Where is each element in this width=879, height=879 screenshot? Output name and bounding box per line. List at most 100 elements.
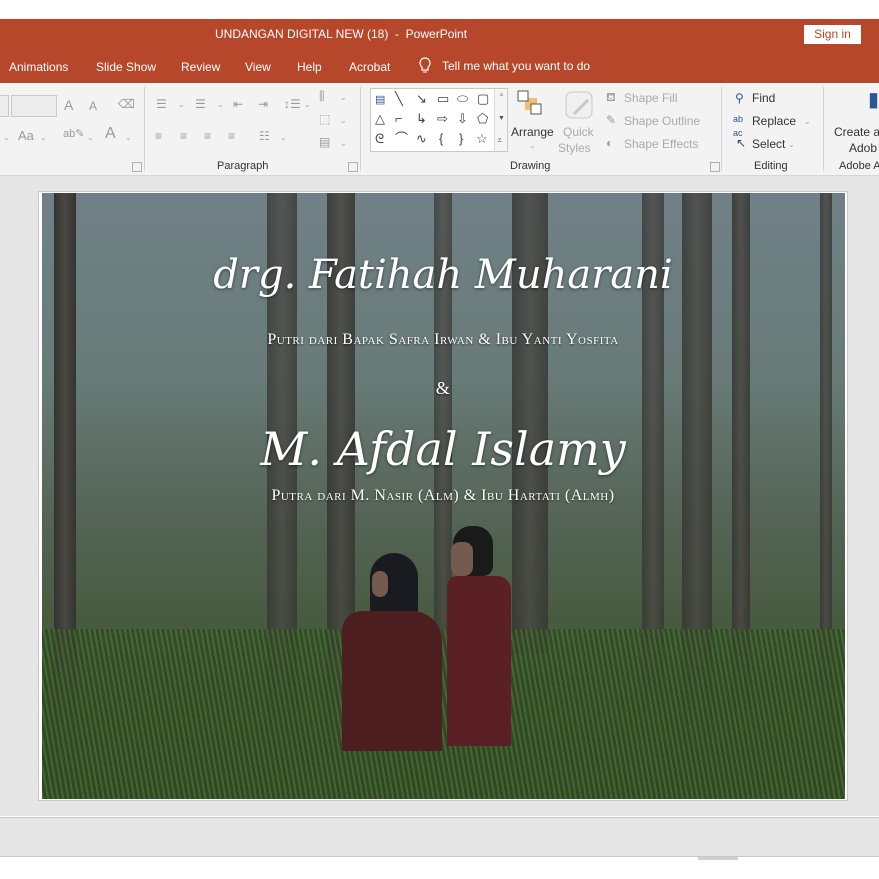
- numbering-icon[interactable]: ☰: [195, 97, 206, 111]
- slide-canvas[interactable]: drg. Fatihah Muharani Putri dari Bapak S…: [38, 191, 848, 801]
- bride-name[interactable]: drg. Fatihah Muharani: [39, 252, 847, 298]
- right-arrow-icon[interactable]: ⇨: [437, 112, 448, 126]
- chevron-down-icon[interactable]: ⌄: [280, 133, 287, 142]
- quick-styles-label-2[interactable]: Styles: [558, 141, 591, 155]
- oval-icon[interactable]: ⬭: [457, 92, 468, 106]
- shape-fill-button[interactable]: Shape Fill: [624, 91, 677, 105]
- freeform-icon[interactable]: ᘓ: [375, 132, 384, 146]
- line-spacing-icon[interactable]: ↕☰: [284, 97, 301, 111]
- sign-in-button[interactable]: Sign in: [804, 25, 861, 44]
- shrink-font-button[interactable]: A: [89, 99, 97, 113]
- ampersand[interactable]: &: [39, 378, 847, 399]
- group-separator: [823, 87, 824, 171]
- arrange-icon[interactable]: [517, 90, 545, 118]
- rectangle-icon[interactable]: ▭: [437, 92, 449, 106]
- elbow-connector-icon[interactable]: ⌐: [395, 112, 403, 126]
- down-arrow-icon[interactable]: ⇩: [457, 112, 468, 126]
- font-dialog-launcher-icon[interactable]: [132, 162, 142, 172]
- tab-acrobat[interactable]: Acrobat: [349, 60, 390, 74]
- change-case-button[interactable]: Aa: [18, 129, 34, 143]
- tell-me-search[interactable]: Tell me what you want to do: [418, 57, 590, 74]
- groom-parents[interactable]: Putra dari M. Nasir (Alm) & Ibu Hartati …: [39, 487, 847, 505]
- snip-rectangle-icon[interactable]: ⬠: [477, 112, 488, 126]
- clear-formatting-icon[interactable]: ⌫: [118, 97, 135, 111]
- chevron-down-icon[interactable]: ⌄: [340, 93, 347, 102]
- shape-effects-button[interactable]: Shape Effects: [624, 137, 699, 151]
- groom-name[interactable]: M. Afdal Islamy: [39, 422, 847, 476]
- chevron-down-icon[interactable]: ⌄: [217, 100, 224, 109]
- horizontal-scrollbar-thumb[interactable]: [698, 857, 738, 860]
- curve-icon[interactable]: ∿: [416, 132, 427, 146]
- paint-bucket-icon: ⛾: [606, 90, 616, 104]
- arc-icon[interactable]: ⌒: [395, 132, 408, 146]
- rounded-rectangle-icon[interactable]: ▢: [477, 92, 489, 106]
- chevron-down-icon[interactable]: ⌄: [304, 100, 311, 109]
- group-separator: [144, 87, 145, 171]
- chevron-down-icon[interactable]: ⌄: [3, 133, 10, 142]
- shapes-gallery[interactable]: ▤ ╲ ↘ ▭ ⬭ ▢ △ ⌐ ↳ ⇨ ⇩ ⬠ ᘓ ⌒ ∿ { } ☆ ▲ ▼ …: [370, 88, 508, 152]
- font-size-dropdown[interactable]: [11, 95, 57, 117]
- quick-styles-icon[interactable]: [564, 90, 594, 120]
- bullets-icon[interactable]: ☰: [156, 97, 167, 111]
- justify-icon[interactable]: ≡: [228, 129, 235, 143]
- chevron-down-icon[interactable]: ⌄: [340, 116, 347, 125]
- line-shape-icon[interactable]: ╲: [395, 92, 403, 106]
- notes-pane[interactable]: [0, 818, 879, 857]
- align-left-icon[interactable]: ≡: [155, 129, 162, 143]
- paragraph-dialog-launcher-icon[interactable]: [348, 162, 358, 172]
- scroll-up-icon[interactable]: ▲: [498, 91, 505, 98]
- gallery-scrollbar[interactable]: ▲ ▼ ⩡: [494, 89, 507, 151]
- chevron-down-icon[interactable]: ⌄: [87, 133, 94, 142]
- drawing-dialog-launcher-icon[interactable]: [710, 162, 720, 172]
- arrow-line-icon[interactable]: ↘: [416, 92, 427, 106]
- tab-review[interactable]: Review: [181, 60, 220, 74]
- tab-slide-show[interactable]: Slide Show: [96, 60, 156, 74]
- align-text-icon[interactable]: ⬚: [319, 112, 330, 126]
- drawing-group-label: Drawing: [510, 160, 551, 172]
- font-name-dropdown[interactable]: [0, 95, 9, 117]
- status-bar: [0, 857, 879, 879]
- replace-button[interactable]: Replace: [752, 114, 796, 128]
- triangle-icon[interactable]: △: [375, 112, 385, 126]
- title-bar: UNDANGAN DIGITAL NEW (18) - PowerPoint S…: [0, 19, 879, 50]
- highlight-color-icon[interactable]: ab✎: [63, 127, 84, 141]
- convert-smartart-icon[interactable]: ▤: [319, 135, 330, 149]
- align-right-icon[interactable]: ≡: [204, 129, 211, 143]
- tab-animations[interactable]: Animations: [9, 60, 68, 74]
- left-brace-icon[interactable]: {: [439, 132, 443, 146]
- more-shapes-icon[interactable]: ⩡: [497, 135, 502, 146]
- adobe-pdf-icon[interactable]: ▮: [868, 90, 879, 110]
- grow-font-button[interactable]: A: [64, 98, 73, 112]
- arrange-button[interactable]: Arrange: [511, 125, 554, 139]
- align-center-icon[interactable]: ≡: [180, 129, 187, 143]
- create-adobe-pdf-line1[interactable]: Create ar: [834, 125, 879, 139]
- elbow-arrow-icon[interactable]: ↳: [416, 112, 427, 126]
- select-button[interactable]: Select: [752, 137, 785, 151]
- paragraph-group-label: Paragraph: [217, 160, 269, 172]
- tab-view[interactable]: View: [245, 60, 271, 74]
- lightbulb-icon: [419, 57, 431, 73]
- shape-outline-button[interactable]: Shape Outline: [624, 114, 700, 128]
- text-direction-icon[interactable]: ⫼: [319, 89, 325, 103]
- tab-help[interactable]: Help: [297, 60, 322, 74]
- decrease-indent-icon[interactable]: ⇤: [233, 97, 243, 111]
- chevron-down-icon[interactable]: ⌄: [804, 117, 811, 126]
- group-separator: [721, 87, 722, 171]
- increase-indent-icon[interactable]: ⇥: [258, 97, 268, 111]
- star-icon[interactable]: ☆: [476, 132, 488, 146]
- quick-styles-label-1[interactable]: Quick: [563, 125, 594, 139]
- font-color-button[interactable]: A: [105, 126, 116, 142]
- scroll-down-icon[interactable]: ▼: [498, 115, 505, 122]
- find-button[interactable]: Find: [752, 91, 775, 105]
- chevron-down-icon[interactable]: ⌄: [40, 133, 47, 142]
- chevron-down-icon[interactable]: ⌄: [788, 140, 795, 149]
- chevron-down-icon[interactable]: ⌄: [340, 139, 347, 148]
- text-box-icon[interactable]: ▤: [375, 93, 385, 107]
- chevron-down-icon[interactable]: ⌄: [178, 100, 185, 109]
- bride-parents[interactable]: Putri dari Bapak Safra Irwan & Ibu Yanti…: [39, 331, 847, 349]
- create-adobe-pdf-line2[interactable]: Adob: [849, 141, 877, 155]
- right-brace-icon[interactable]: }: [459, 132, 463, 146]
- chevron-down-icon[interactable]: ⌄: [125, 133, 132, 142]
- columns-icon[interactable]: ☷: [259, 129, 270, 143]
- shape-effects-icon: ◐: [606, 136, 614, 150]
